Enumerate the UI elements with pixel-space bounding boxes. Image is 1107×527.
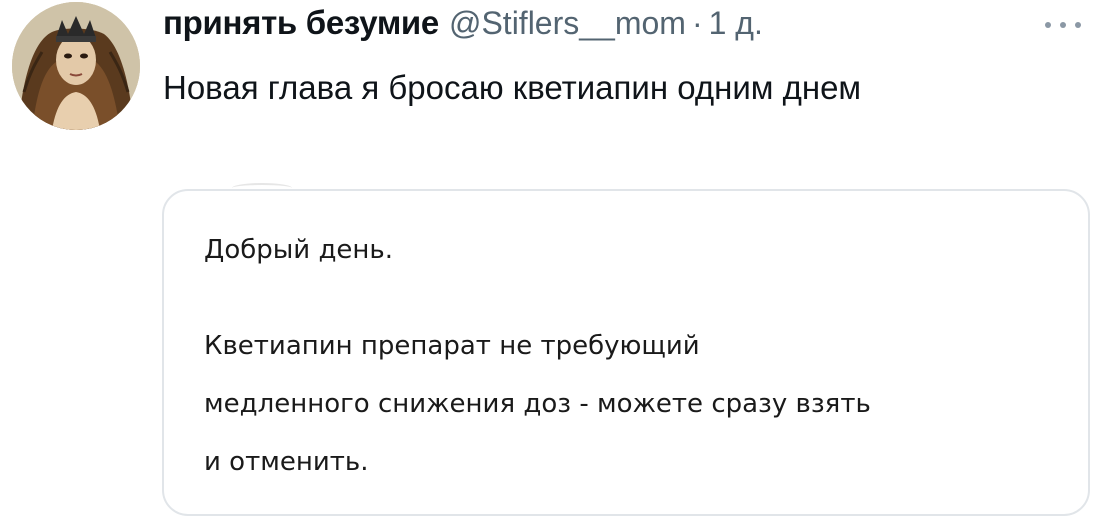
quote-body-line: и отменить. (204, 447, 369, 477)
more-horizontal-icon[interactable] (1040, 10, 1086, 40)
timestamp[interactable]: 1 д. (709, 5, 763, 42)
more-dot (1075, 22, 1081, 28)
avatar[interactable] (12, 2, 140, 130)
quote-card[interactable]: Добрый день. Кветиапин препарат не требу… (162, 189, 1090, 516)
tweet-text: Новая глава я бросаю кветиапин одним дне… (163, 69, 862, 106)
quote-greeting: Добрый день. (204, 235, 394, 265)
quote-body-line: медленного снижения доз - можете сразу в… (204, 389, 871, 419)
quote-body-line: Кветиапин препарат не требующий (204, 331, 700, 361)
user-handle[interactable]: @Stiflers__mom (449, 5, 686, 42)
tweet-header: принять безумие @Stiflers__mom · 1 д. (163, 4, 763, 48)
display-name[interactable]: принять безумие (163, 4, 439, 42)
quote-body: Кветиапин препарат не требующий медленно… (204, 317, 1074, 491)
more-dot (1045, 22, 1051, 28)
avatar-image (12, 2, 140, 130)
more-dot (1060, 22, 1066, 28)
tweet[interactable]: принять безумие @Stiflers__mom · 1 д. Но… (0, 0, 1107, 527)
separator-dot: · (691, 5, 703, 41)
